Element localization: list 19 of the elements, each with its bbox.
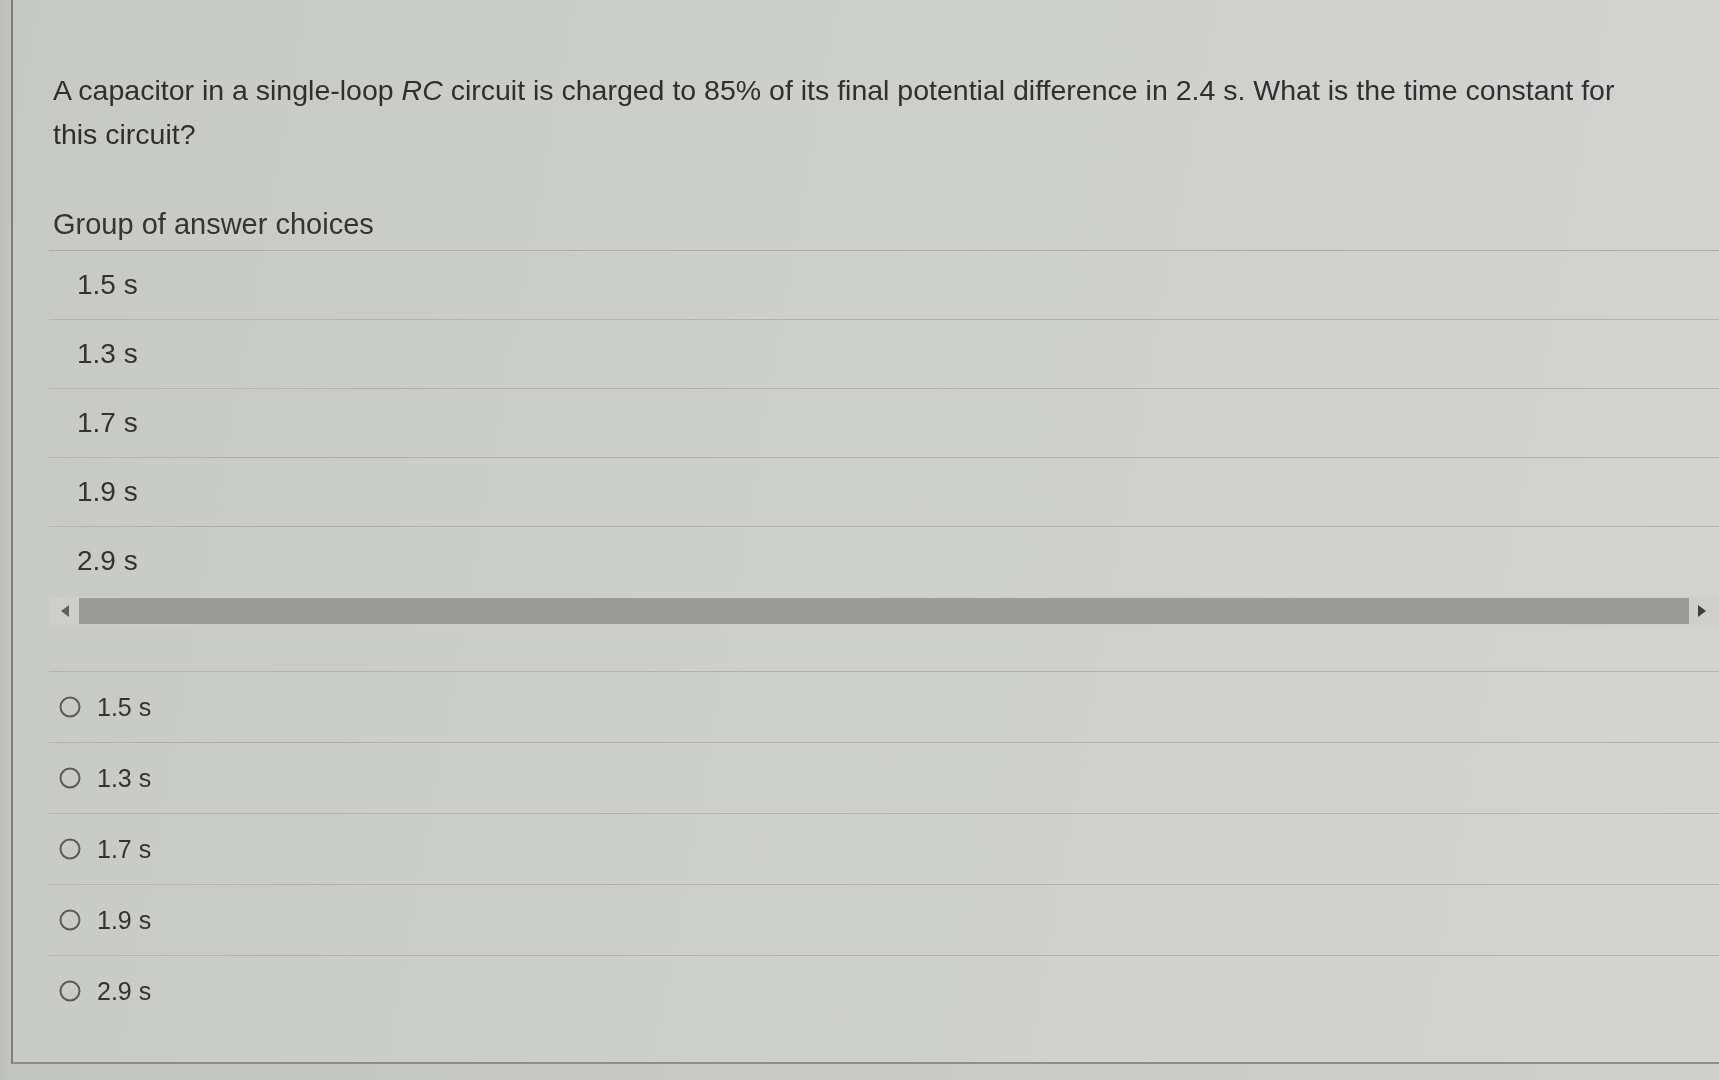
option-label[interactable]: 2.9 s <box>97 976 152 1006</box>
answer-choice: 2.9 s <box>77 545 138 577</box>
option-label[interactable]: 1.7 s <box>97 834 152 864</box>
answer-choice: 1.7 s <box>77 407 138 439</box>
option-label[interactable]: 1.9 s <box>97 905 152 935</box>
scroll-right-icon[interactable] <box>1697 605 1707 617</box>
option-label[interactable]: 1.3 s <box>97 763 152 793</box>
answer-group-heading: Group of answer choices <box>49 202 1719 251</box>
answer-choice: 1.3 s <box>77 338 138 370</box>
scroll-left-icon[interactable] <box>61 605 71 617</box>
radio-button[interactable] <box>59 909 81 931</box>
radio-button[interactable] <box>59 838 81 860</box>
answer-choice: 1.5 s <box>77 269 138 301</box>
radio-button[interactable] <box>59 767 81 789</box>
option-label[interactable]: 1.5 s <box>97 692 152 722</box>
question-text: A capacitor in a single-loop RC circuit is charged to 85% of its final potential difference in 2.4 s. What is the time constant for this circuit? <box>52 73 1616 152</box>
answer-choice: 1.9 s <box>77 476 138 508</box>
radio-button[interactable] <box>59 696 81 718</box>
radio-button[interactable] <box>59 980 81 1002</box>
